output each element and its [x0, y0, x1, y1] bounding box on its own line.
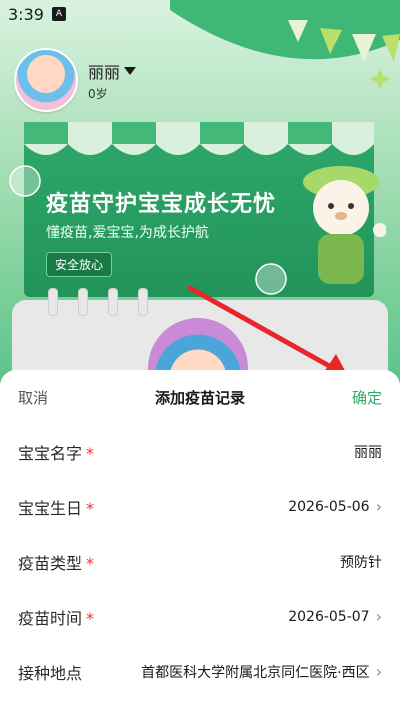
profile-header[interactable]: 丽丽 0岁	[14, 48, 137, 112]
form-row-vaccine-time[interactable]: 疫苗时间 * 2026-05-07 ›	[0, 589, 400, 644]
sheet-title: 添加疫苗记录	[154, 388, 245, 407]
pennant-decoration	[170, 0, 400, 90]
banner-title: 疫苗守护宝宝成长无忧	[46, 192, 277, 217]
status-time: 3:39	[8, 4, 44, 24]
chevron-right-icon: ›	[375, 662, 382, 681]
chevron-right-icon: ›	[375, 607, 382, 626]
cancel-button[interactable]: 取消	[18, 387, 48, 408]
row-value: 2026-05-07	[288, 608, 370, 625]
bear-mascot-icon	[303, 166, 386, 284]
form-row-vaccination-site[interactable]: 接种地点 首都医科大学附属北京同仁医院·西区 ›	[0, 644, 400, 699]
form-row-baby-name[interactable]: 宝宝名字 * 丽丽	[0, 424, 400, 479]
notification-icon: A	[51, 7, 66, 21]
chevron-right-icon: ›	[375, 497, 382, 516]
form-row-vaccine-type[interactable]: 疫苗类型 * 预防针	[0, 534, 400, 589]
row-value: 首都医科大学附属北京同仁医院·西区	[141, 664, 370, 681]
banner-subtitle: 懂疫苗,爱宝宝,为成长护航	[46, 225, 209, 241]
row-label: 疫苗时间	[18, 608, 83, 628]
profile-age: 0岁	[88, 86, 108, 101]
form-row-baby-birthday[interactable]: 宝宝生日 * 2026-05-06 ›	[0, 479, 400, 534]
required-marker: *	[86, 553, 95, 573]
profile-name: 丽丽	[88, 62, 121, 82]
row-label: 疫苗类型	[18, 553, 83, 573]
banner-badge: 安全放心	[46, 252, 113, 277]
avatar[interactable]	[14, 48, 78, 112]
sheet-header: 取消 添加疫苗记录 确定	[0, 370, 400, 424]
row-value: 2026-05-06	[288, 498, 370, 515]
required-marker: *	[86, 498, 95, 518]
row-label: 宝宝生日	[18, 498, 83, 518]
row-label: 宝宝名字	[18, 443, 83, 463]
row-value: 预防针	[340, 554, 382, 571]
bubble-decoration	[9, 165, 41, 197]
add-vaccine-sheet: 取消 添加疫苗记录 确定 宝宝名字 * 丽丽 宝宝生日 * 2026-05-06 › …	[0, 370, 400, 710]
row-label: 接种地点	[18, 663, 83, 683]
required-marker: *	[86, 608, 95, 628]
calendar-pegs	[48, 288, 148, 316]
confirm-button[interactable]: 确定	[352, 387, 382, 408]
row-value: 丽丽	[354, 444, 382, 461]
required-marker: *	[86, 443, 95, 463]
caret-down-icon[interactable]	[124, 66, 137, 76]
